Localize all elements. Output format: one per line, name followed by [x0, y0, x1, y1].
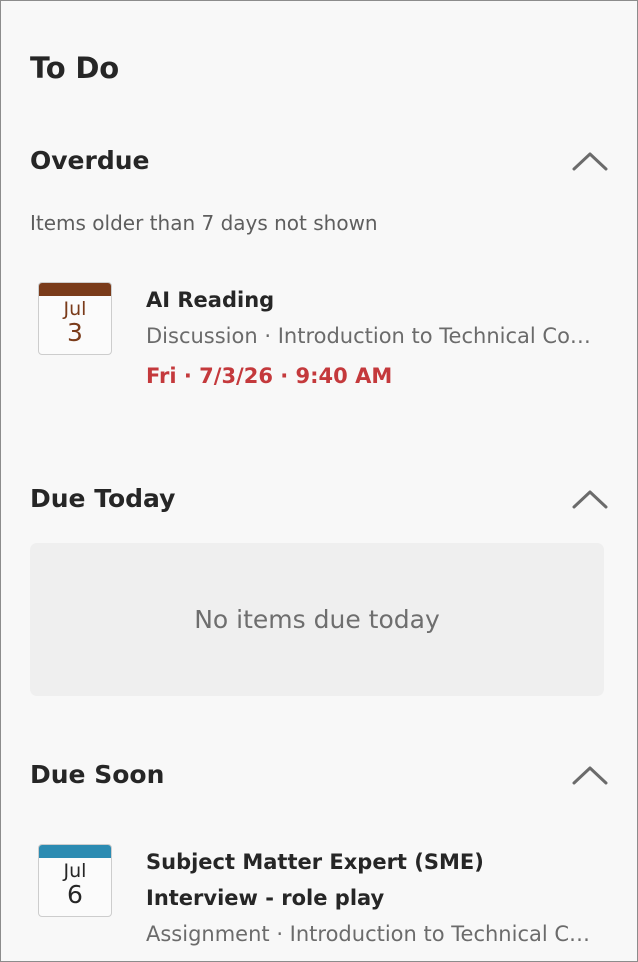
due-soon-item[interactable]: Jul 6 Subject Matter Expert (SME) Interv… — [30, 844, 610, 961]
item-due-date: Fri · 7/3/26 · 9:40 AM — [146, 364, 393, 388]
due-today-section-title: Due Today — [30, 484, 176, 513]
calendar-day: 3 — [67, 318, 83, 347]
overdue-section-title: Overdue — [30, 146, 150, 175]
item-meta: Assignment · Introduction to Technical C… — [146, 922, 602, 946]
due-soon-section-header[interactable]: Due Soon — [1, 753, 637, 797]
todo-panel: To Do Overdue Items older than 7 days no… — [0, 0, 638, 962]
due-soon-section-title: Due Soon — [30, 760, 165, 789]
item-body: Subject Matter Expert (SME) Interview - … — [146, 844, 602, 952]
chevron-up-icon — [572, 152, 608, 171]
overdue-note: Items older than 7 days not shown — [30, 211, 378, 235]
item-body: AI Reading Discussion · Introduction to … — [146, 282, 602, 398]
due-today-section-header[interactable]: Due Today — [1, 477, 637, 521]
item-title-link[interactable]: Subject Matter Expert (SME) Interview - … — [146, 844, 602, 916]
due-soon-collapse-button[interactable] — [568, 757, 612, 793]
calendar-icon: Jul 6 — [38, 844, 112, 917]
item-meta: Discussion · Introduction to Technical C… — [146, 324, 602, 348]
overdue-section-header[interactable]: Overdue — [1, 139, 637, 183]
calendar-day: 6 — [67, 880, 83, 909]
calendar-icon: Jul 3 — [38, 282, 112, 355]
calendar-band — [39, 845, 111, 858]
panel-title: To Do — [30, 51, 119, 85]
overdue-collapse-button[interactable] — [568, 143, 612, 179]
item-title-link[interactable]: AI Reading — [146, 282, 602, 318]
due-today-collapse-button[interactable] — [568, 481, 612, 517]
chevron-up-icon — [572, 766, 608, 785]
empty-state-message: No items due today — [30, 543, 604, 696]
calendar-band — [39, 283, 111, 296]
overdue-item[interactable]: Jul 3 AI Reading Discussion · Introducti… — [30, 282, 610, 402]
chevron-up-icon — [572, 490, 608, 509]
